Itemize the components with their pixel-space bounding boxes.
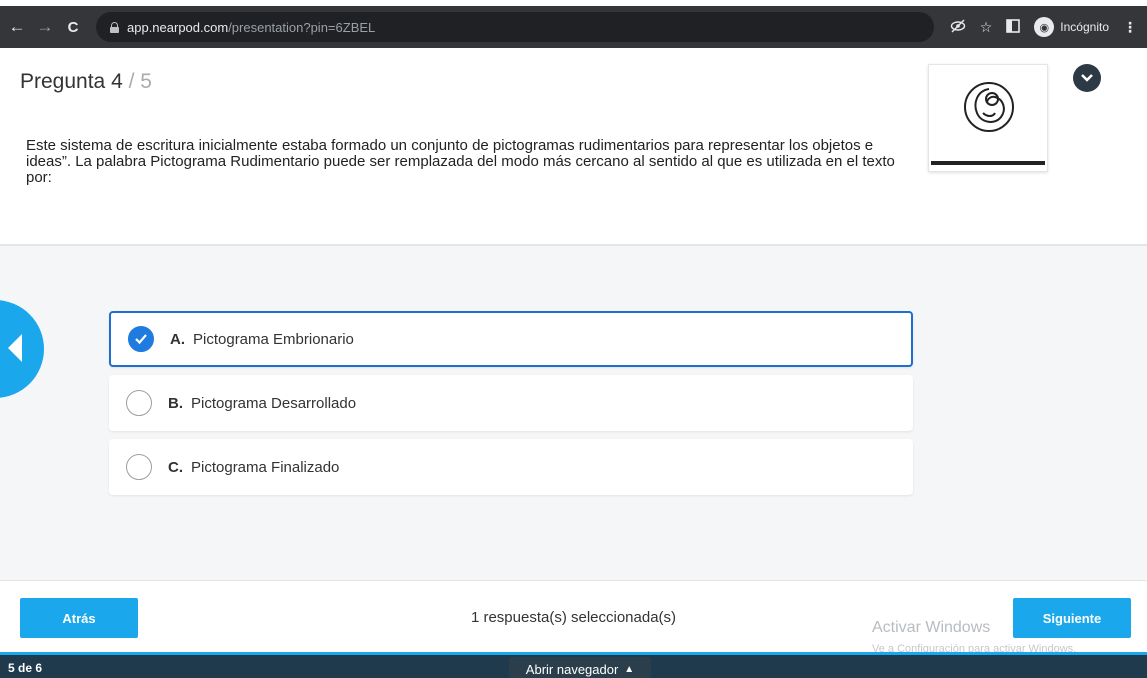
option-text: Pictograma Finalizado — [191, 458, 340, 476]
forward-arrow-icon[interactable]: → — [34, 17, 56, 37]
question-header: Pregunta 4 / 5 Este sistema de escritura… — [0, 48, 1147, 246]
option-text: Pictograma Desarrollado — [191, 394, 357, 412]
eye-off-icon[interactable] — [950, 18, 966, 37]
next-button[interactable]: Siguiente — [1013, 598, 1131, 638]
radio-empty-icon[interactable] — [126, 454, 152, 480]
option-letter: A. — [170, 330, 185, 348]
lock-icon — [110, 21, 119, 33]
sidepanel-icon[interactable] — [1006, 18, 1021, 36]
question-number: Pregunta 4 / 5 — [20, 70, 152, 93]
option-text: Pictograma Embrionario — [193, 330, 354, 348]
option-a[interactable]: A. Pictograma Embrionario — [109, 311, 913, 367]
left-triangle-icon — [8, 334, 22, 362]
slide-counter: 5 de 6 — [8, 661, 43, 675]
address-bar[interactable]: app.nearpod.com/presentation?pin=6ZBEL — [96, 12, 934, 42]
incognito-icon: ◉ — [1034, 17, 1055, 37]
checkmark-icon[interactable] — [128, 326, 154, 352]
question-text: Este sistema de escritura inicialmente e… — [26, 137, 895, 186]
previous-slide-tab[interactable] — [0, 300, 44, 398]
windows-activation-title: Activar Windows — [872, 619, 991, 636]
option-c[interactable]: C. Pictograma Finalizado — [109, 439, 913, 495]
question-image-thumbnail[interactable] — [928, 64, 1048, 172]
reload-icon[interactable]: C — [62, 19, 84, 36]
collapse-chevron-icon[interactable] — [1073, 64, 1101, 92]
option-letter: C. — [168, 458, 183, 476]
footer: Atrás 1 respuesta(s) seleccionada(s) Act… — [0, 580, 1147, 655]
star-icon[interactable]: ☆ — [980, 19, 993, 36]
bottom-bar: 5 de 6 Abrir navegador ▲ — [0, 652, 1147, 678]
back-arrow-icon[interactable]: ← — [6, 17, 28, 37]
incognito-indicator[interactable]: ◉ Incógnito — [1034, 17, 1109, 37]
answers-area: A. Pictograma Embrionario B. Pictograma … — [0, 248, 1147, 580]
browser-toolbar: ← → C app.nearpod.com/presentation?pin=6… — [0, 6, 1147, 48]
option-letter: B. — [168, 394, 183, 412]
embryo-icon — [964, 82, 1014, 132]
open-browser-button[interactable]: Abrir navegador ▲ — [509, 657, 651, 678]
kebab-menu-icon[interactable]: ⋮ — [1123, 19, 1137, 36]
option-b[interactable]: B. Pictograma Desarrollado — [109, 375, 913, 431]
url-text: app.nearpod.com/presentation?pin=6ZBEL — [127, 19, 376, 35]
radio-empty-icon[interactable] — [126, 390, 152, 416]
caret-up-icon: ▲ — [624, 663, 635, 675]
thumbnail-caption-bar — [931, 161, 1045, 165]
